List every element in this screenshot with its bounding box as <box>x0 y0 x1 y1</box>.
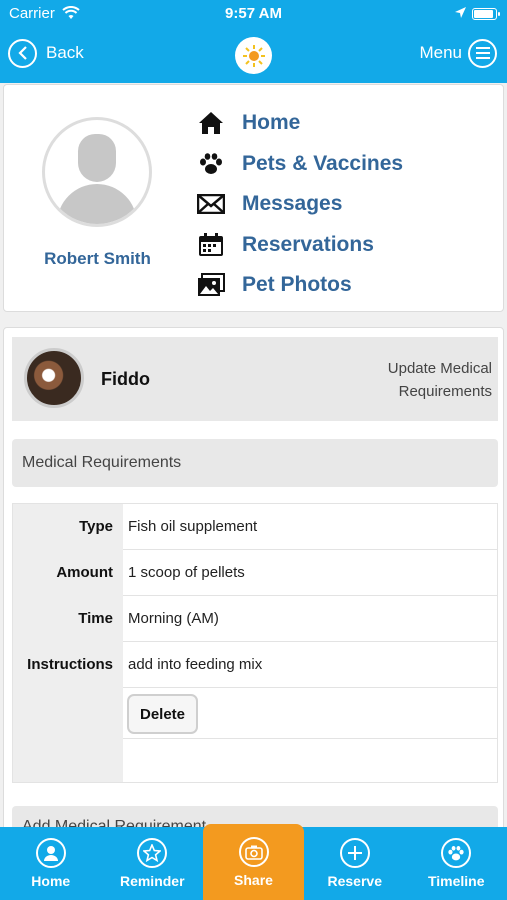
house-icon <box>196 109 226 137</box>
tab-bar: Home Reminder Share Reserve Timeline <box>0 824 507 900</box>
row-label: Instructions <box>27 656 113 673</box>
tab-reminder-label: Reminder <box>119 873 185 889</box>
nav-pets-label: Pets & Vaccines <box>242 151 404 175</box>
update-link-line1: Update Medical <box>387 360 492 377</box>
pet-photo <box>24 348 84 408</box>
tab-home-label: Home <box>31 873 71 889</box>
nav-messages[interactable]: Messages <box>196 184 403 225</box>
paw-icon <box>441 838 472 868</box>
row-label: Type <box>79 518 113 535</box>
nav-messages-label: Messages <box>242 192 343 216</box>
pet-card: Fiddo Update Medical Requirements Medica… <box>3 327 504 847</box>
table-row: Type Fish oil supplement <box>13 504 497 550</box>
pet-header: Fiddo Update Medical Requirements <box>12 337 498 421</box>
row-value: Morning (AM) <box>123 596 497 642</box>
tab-reminder[interactable]: Reminder <box>102 827 204 900</box>
plus-icon <box>339 838 370 868</box>
tab-reserve-label: Reserve <box>327 873 383 889</box>
profile-card: Robert Smith Home Pets & Vaccines Messag… <box>3 84 504 312</box>
camera-icon <box>238 836 269 867</box>
paw-icon <box>196 150 226 178</box>
back-label: Back <box>46 43 84 62</box>
delete-button[interactable]: Delete <box>127 694 198 734</box>
table-row: Time Morning (AM) <box>13 596 497 642</box>
row-value: Fish oil supplement <box>123 504 497 550</box>
avatar <box>42 117 152 227</box>
update-medical-requirements-link[interactable]: Update Medical Requirements <box>388 357 492 403</box>
table-row: Amount 1 scoop of pellets <box>13 550 497 596</box>
status-time: 9:57 AM <box>225 5 282 22</box>
tab-timeline[interactable]: Timeline <box>406 827 507 900</box>
nav-home-label: Home <box>242 111 301 135</box>
location-arrow-icon <box>454 6 467 23</box>
row-label: Amount <box>56 564 113 581</box>
tab-share[interactable]: Share <box>203 824 304 900</box>
envelope-icon <box>196 190 226 218</box>
tab-home[interactable]: Home <box>0 827 102 900</box>
tab-share-label: Share <box>234 871 273 888</box>
star-icon <box>137 838 168 868</box>
sun-logo-icon <box>235 37 272 74</box>
chevron-left-icon <box>8 38 37 68</box>
medical-requirements-title: Medical Requirements <box>12 439 498 487</box>
tab-timeline-label: Timeline <box>427 873 485 889</box>
nav-pet-photos[interactable]: Pet Photos <box>196 265 403 306</box>
row-label: Time <box>78 610 113 627</box>
nav-home[interactable]: Home <box>196 103 403 144</box>
nav-photos-label: Pet Photos <box>242 273 352 297</box>
nav-reservations[interactable]: Reservations <box>196 225 403 266</box>
status-bar: Carrier 9:57 AM <box>0 5 507 25</box>
user-name: Robert Smith <box>44 249 151 268</box>
row-value: 1 scoop of pellets <box>123 550 497 596</box>
update-link-line2: Requirements <box>398 383 492 400</box>
medical-requirements-table: Type Fish oil supplement Amount 1 scoop … <box>12 503 498 783</box>
hamburger-icon <box>468 38 497 68</box>
person-icon <box>35 838 66 868</box>
nav-pets-vaccines[interactable]: Pets & Vaccines <box>196 144 403 185</box>
table-row: Instructions add into feeding mix <box>13 642 497 688</box>
calendar-icon <box>196 231 226 259</box>
row-value: add into feeding mix <box>123 642 497 688</box>
top-bar: Carrier 9:57 AM Back Menu <box>0 0 507 83</box>
pet-name: Fiddo <box>101 369 150 389</box>
tab-reserve[interactable]: Reserve <box>304 827 406 900</box>
nav-reservations-label: Reservations <box>242 232 374 256</box>
menu-button[interactable]: Menu <box>419 38 497 68</box>
back-button[interactable]: Back <box>8 38 84 68</box>
menu-label: Menu <box>419 43 462 62</box>
profile-nav: Home Pets & Vaccines Messages Reservatio… <box>196 103 403 306</box>
photos-icon <box>196 271 226 299</box>
battery-icon <box>472 8 500 20</box>
